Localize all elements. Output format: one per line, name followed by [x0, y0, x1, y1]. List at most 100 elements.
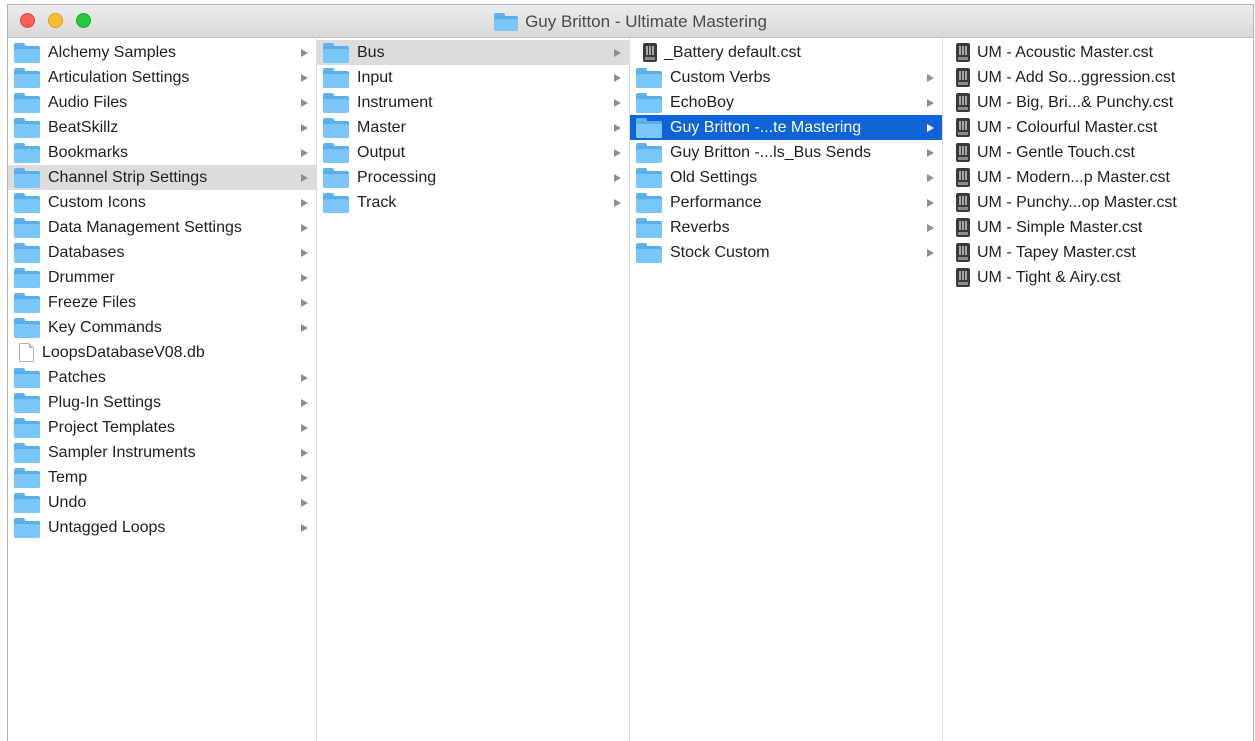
chevron-right-icon	[301, 498, 308, 507]
chevron-right-icon	[927, 98, 934, 107]
folder-icon	[14, 167, 40, 188]
item-label: Stock Custom	[670, 243, 770, 261]
chevron-right-icon	[301, 473, 308, 482]
list-item-project-templates[interactable]: Project Templates	[8, 415, 316, 440]
list-item-input[interactable]: Input	[317, 65, 629, 90]
list-item-echoboy[interactable]: EchoBoy	[630, 90, 942, 115]
folder-icon	[323, 67, 349, 88]
chevron-right-icon	[301, 373, 308, 382]
item-label: Bus	[357, 43, 385, 61]
chevron-right-icon	[927, 148, 934, 157]
list-item-track[interactable]: Track	[317, 190, 629, 215]
folder-icon	[636, 192, 662, 213]
item-label: Undo	[48, 493, 87, 511]
folder-icon	[636, 67, 662, 88]
list-item-audio-files[interactable]: Audio Files	[8, 90, 316, 115]
list-item-guy-britton-te-mastering[interactable]: Guy Britton -...te Mastering	[630, 115, 942, 140]
chevron-right-icon	[301, 198, 308, 207]
list-item-drummer[interactable]: Drummer	[8, 265, 316, 290]
column-3[interactable]: _Battery default.cst Custom Verbs EchoBoy G…	[630, 38, 943, 741]
list-item-um-tapey-master-cst[interactable]: UM - Tapey Master.cst	[943, 240, 1255, 265]
item-label: Processing	[357, 168, 437, 186]
list-item-um-simple-master-cst[interactable]: UM - Simple Master.cst	[943, 215, 1255, 240]
channel-strip-file-icon	[956, 143, 970, 162]
list-item-alchemy-samples[interactable]: Alchemy Samples	[8, 40, 316, 65]
list-item-plug-in-settings[interactable]: Plug-In Settings	[8, 390, 316, 415]
item-label: UM - Add So...ggression.cst	[977, 68, 1176, 86]
item-label: Output	[357, 143, 406, 161]
list-item-channel-strip-settings[interactable]: Channel Strip Settings	[8, 165, 316, 190]
column-2[interactable]: Bus Input Instrument Master Output Processing…	[317, 38, 630, 741]
folder-icon	[323, 167, 349, 188]
finder-window: Guy Britton - Ultimate Mastering Alchemy…	[7, 4, 1254, 741]
list-item-battery-default-cst[interactable]: _Battery default.cst	[630, 40, 942, 65]
list-item-custom-verbs[interactable]: Custom Verbs	[630, 65, 942, 90]
list-item-um-add-so-ggression-cst[interactable]: UM - Add So...ggression.cst	[943, 65, 1255, 90]
item-label: UM - Gentle Touch.cst	[977, 143, 1135, 161]
item-label: Performance	[670, 193, 762, 211]
list-item-undo[interactable]: Undo	[8, 490, 316, 515]
channel-strip-file-icon	[956, 93, 970, 112]
item-label: UM - Modern...p Master.cst	[977, 168, 1170, 186]
channel-strip-file-icon	[956, 68, 970, 87]
list-item-instrument[interactable]: Instrument	[317, 90, 629, 115]
list-item-um-acoustic-master-cst[interactable]: UM - Acoustic Master.cst	[943, 40, 1255, 65]
window-title: Guy Britton - Ultimate Mastering	[525, 11, 767, 31]
list-item-patches[interactable]: Patches	[8, 365, 316, 390]
chevron-right-icon	[301, 523, 308, 532]
item-label: Articulation Settings	[48, 68, 190, 86]
folder-icon	[14, 242, 40, 263]
list-item-um-colourful-master-cst[interactable]: UM - Colourful Master.cst	[943, 115, 1255, 140]
item-label: Databases	[48, 243, 125, 261]
title-bar[interactable]: Guy Britton - Ultimate Mastering	[8, 5, 1253, 38]
list-item-um-gentle-touch-cst[interactable]: UM - Gentle Touch.cst	[943, 140, 1255, 165]
channel-strip-file-icon	[956, 43, 970, 62]
chevron-right-icon	[301, 223, 308, 232]
item-label: UM - Colourful Master.cst	[977, 118, 1158, 136]
list-item-guy-britton-ls-bus-sends[interactable]: Guy Britton -...ls_Bus Sends	[630, 140, 942, 165]
folder-icon	[14, 142, 40, 163]
folder-icon	[14, 517, 40, 538]
list-item-output[interactable]: Output	[317, 140, 629, 165]
list-item-stock-custom[interactable]: Stock Custom	[630, 240, 942, 265]
list-item-key-commands[interactable]: Key Commands	[8, 315, 316, 340]
list-item-sampler-instruments[interactable]: Sampler Instruments	[8, 440, 316, 465]
folder-icon	[14, 392, 40, 413]
folder-icon	[14, 317, 40, 338]
column-4[interactable]: UM - Acoustic Master.cst UM - Add So...gg…	[943, 38, 1255, 741]
list-item-reverbs[interactable]: Reverbs	[630, 215, 942, 240]
chevron-right-icon	[614, 148, 621, 157]
list-item-beatskillz[interactable]: BeatSkillz	[8, 115, 316, 140]
list-item-old-settings[interactable]: Old Settings	[630, 165, 942, 190]
list-item-custom-icons[interactable]: Custom Icons	[8, 190, 316, 215]
list-item-processing[interactable]: Processing	[317, 165, 629, 190]
list-item-bus[interactable]: Bus	[317, 40, 629, 65]
list-item-performance[interactable]: Performance	[630, 190, 942, 215]
folder-icon	[636, 167, 662, 188]
list-item-databases[interactable]: Databases	[8, 240, 316, 265]
chevron-right-icon	[301, 273, 308, 282]
folder-icon	[323, 92, 349, 113]
folder-icon	[14, 442, 40, 463]
list-item-untagged-loops[interactable]: Untagged Loops	[8, 515, 316, 540]
list-item-articulation-settings[interactable]: Articulation Settings	[8, 65, 316, 90]
folder-icon	[323, 117, 349, 138]
list-item-data-management-settings[interactable]: Data Management Settings	[8, 215, 316, 240]
list-item-um-tight-airy-cst[interactable]: UM - Tight & Airy.cst	[943, 265, 1255, 290]
item-label: Track	[357, 193, 397, 211]
list-item-temp[interactable]: Temp	[8, 465, 316, 490]
list-item-um-punchy-op-master-cst[interactable]: UM - Punchy...op Master.cst	[943, 190, 1255, 215]
item-label: Custom Verbs	[670, 68, 771, 86]
item-label: Temp	[48, 468, 88, 486]
list-item-um-big-bri-punchy-cst[interactable]: UM - Big, Bri...& Punchy.cst	[943, 90, 1255, 115]
item-label: _Battery default.cst	[664, 43, 801, 61]
folder-icon	[636, 92, 662, 113]
column-1[interactable]: Alchemy Samples Articulation Settings Audi…	[8, 38, 317, 741]
list-item-bookmarks[interactable]: Bookmarks	[8, 140, 316, 165]
channel-strip-file-icon	[956, 118, 970, 137]
list-item-um-modern-p-master-cst[interactable]: UM - Modern...p Master.cst	[943, 165, 1255, 190]
list-item-master[interactable]: Master	[317, 115, 629, 140]
item-label: Drummer	[48, 268, 115, 286]
list-item-freeze-files[interactable]: Freeze Files	[8, 290, 316, 315]
list-item-loopsdatabasev08-db[interactable]: LoopsDatabaseV08.db	[8, 340, 316, 365]
